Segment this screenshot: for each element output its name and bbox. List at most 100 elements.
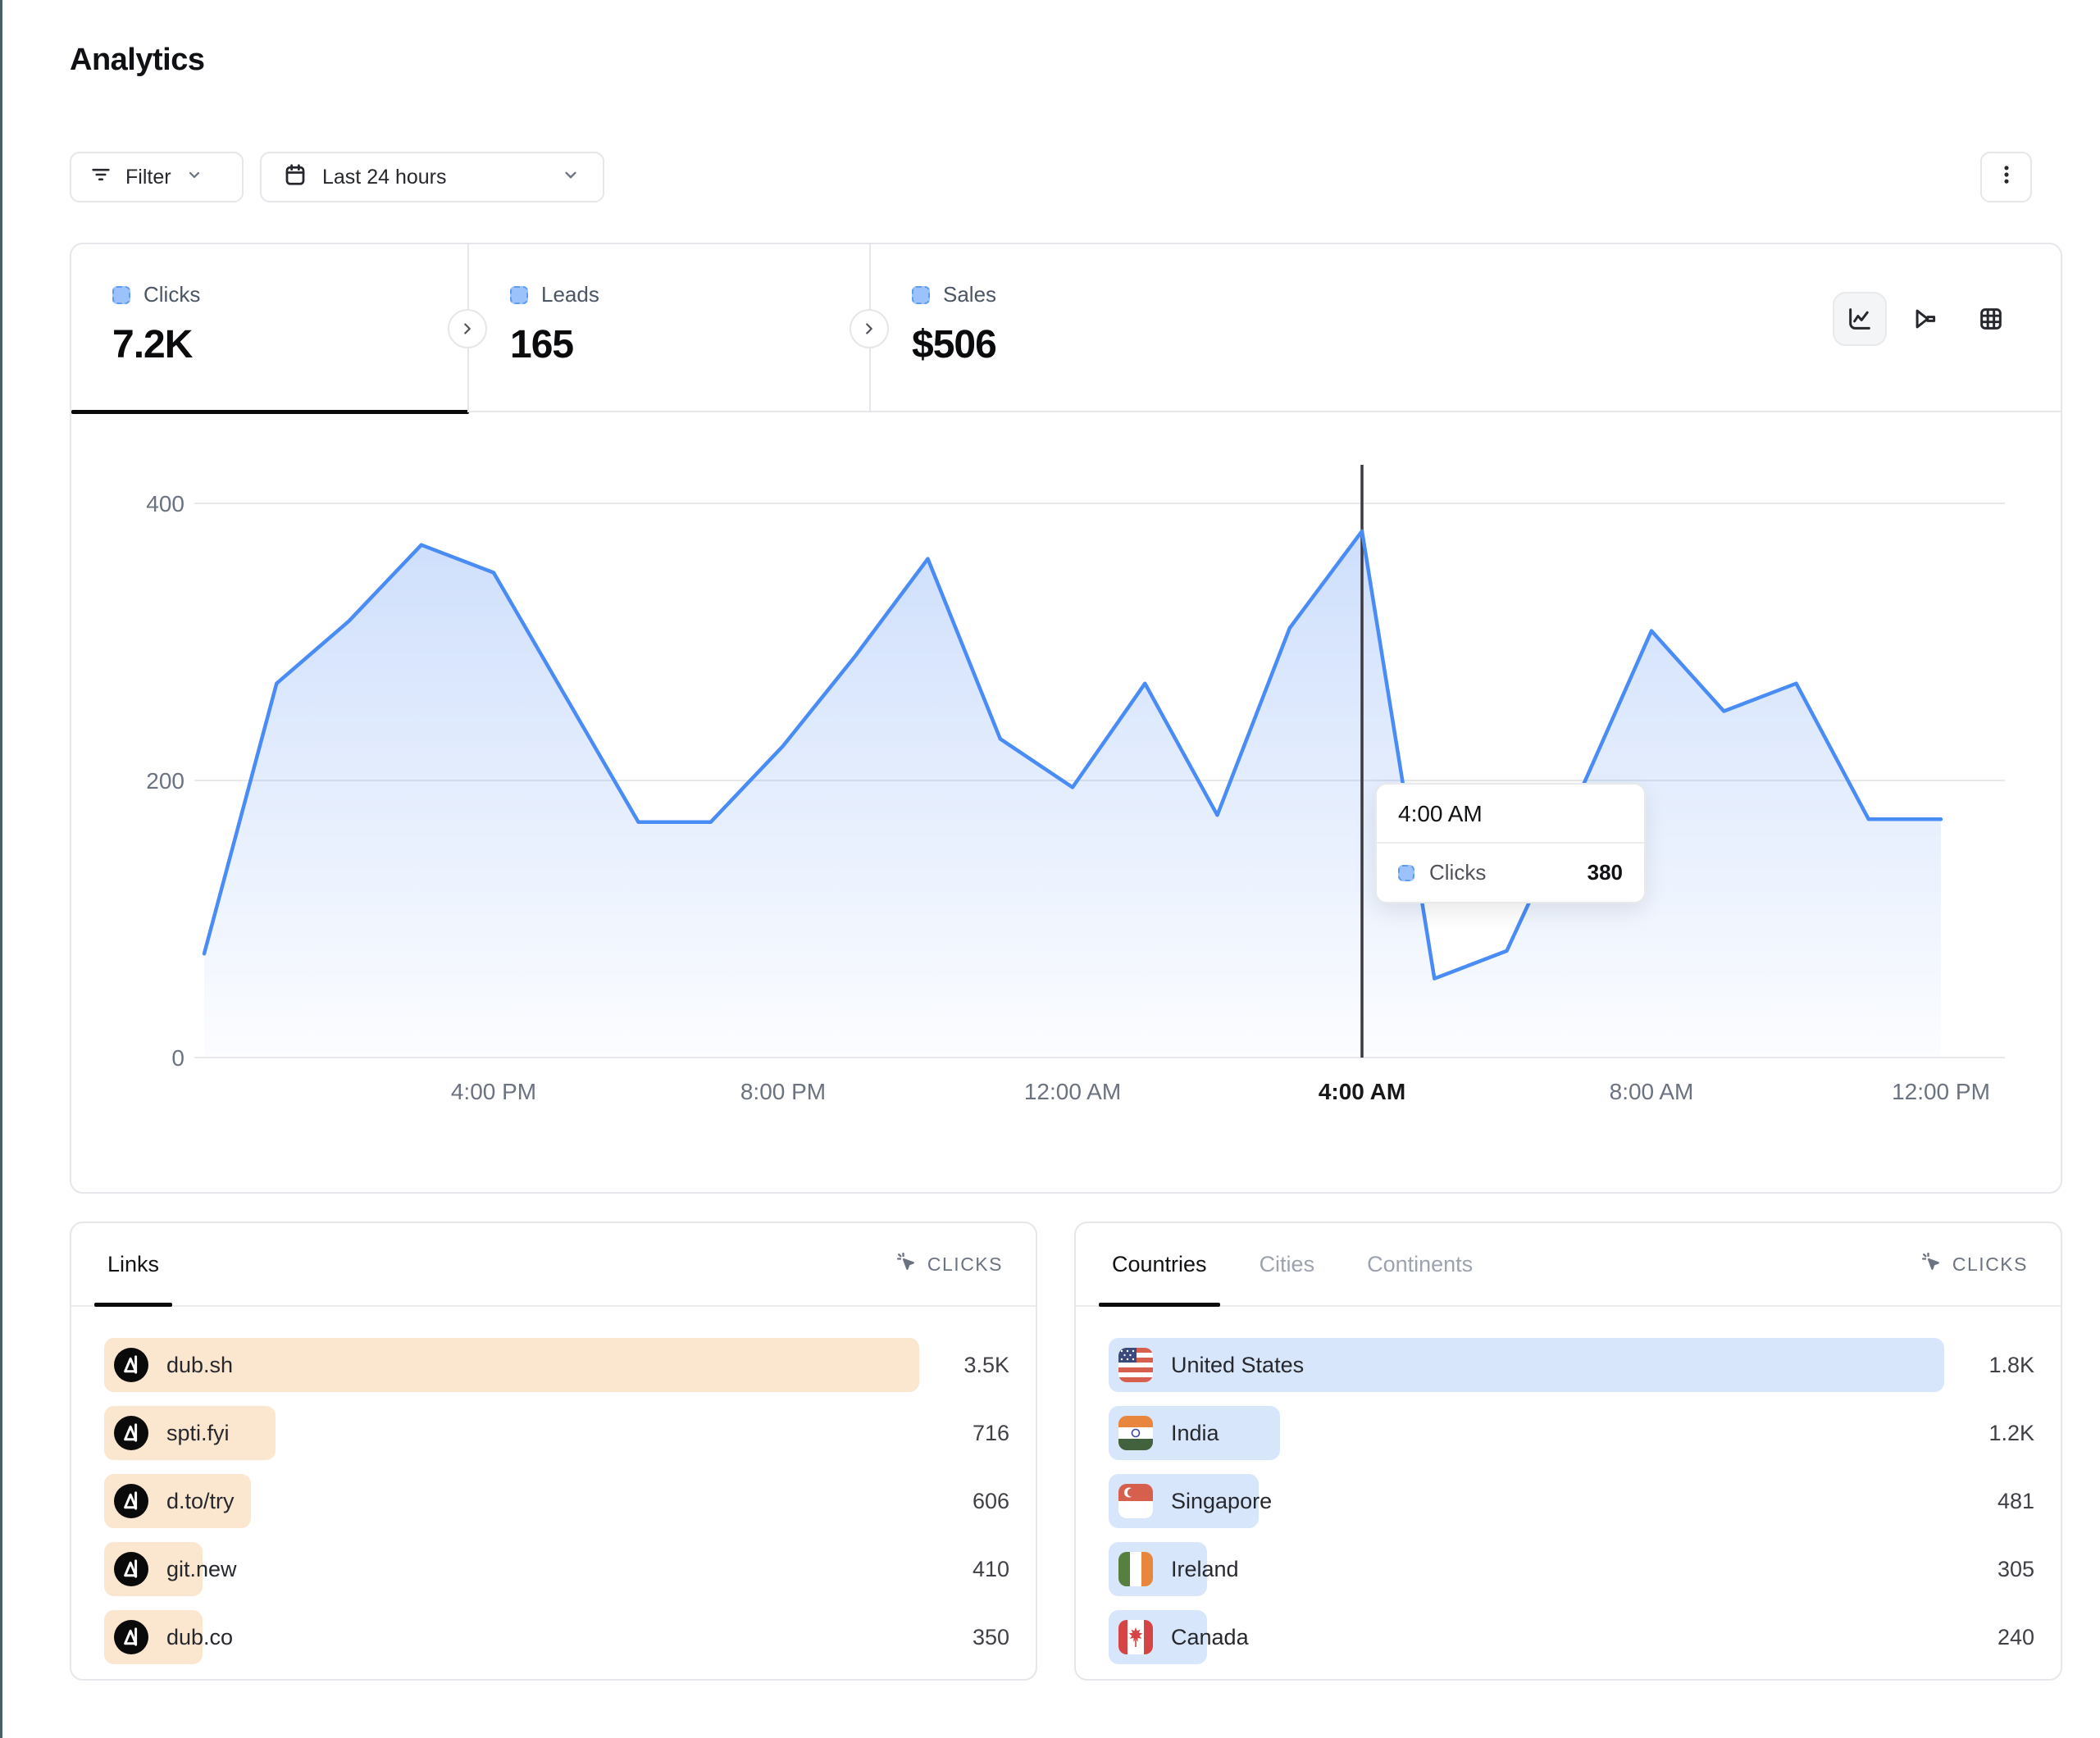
date-range-button[interactable]: Last 24 hours — [260, 152, 604, 202]
countries-panel: Countries Cities Continents CLICKS United … — [1074, 1222, 2062, 1681]
page-title: Analytics — [70, 43, 204, 78]
link-row[interactable]: dub.sh 3.5K — [104, 1338, 1009, 1392]
x-axis-tick: 4:00 PM — [451, 1079, 536, 1104]
flag-us-icon — [1118, 1348, 1153, 1382]
stat-label: Leads — [541, 282, 599, 307]
metric-label: CLICKS — [927, 1253, 1003, 1276]
item-name: d.to/try — [166, 1489, 235, 1514]
chart-tooltip: 4:00 AM Clicks 380 — [1375, 783, 1646, 903]
x-axis-tick: 8:00 AM — [1610, 1079, 1694, 1104]
item-clicks-value: 1.2K — [1944, 1421, 2034, 1446]
tooltip-series-label: Clicks — [1429, 860, 1486, 885]
tab-countries[interactable]: Countries — [1109, 1223, 1210, 1305]
stats-tabs-row: Clicks 7.2K Leads 165 Sales $506 — [71, 244, 2061, 412]
item-name: dub.co — [166, 1625, 233, 1650]
sales-legend-swatch-icon — [912, 286, 930, 304]
item-name: India — [1171, 1421, 1219, 1446]
calendar-icon — [283, 162, 307, 193]
y-axis-tick: 400 — [146, 491, 184, 516]
stat-label: Sales — [943, 282, 996, 307]
leads-legend-swatch-icon — [510, 286, 528, 304]
filter-lines-icon — [89, 163, 112, 192]
tab-links[interactable]: Links — [104, 1223, 162, 1305]
more-options-button[interactable] — [1980, 152, 2032, 202]
x-axis-tick: 12:00 AM — [1024, 1079, 1121, 1104]
item-clicks-value: 3.5K — [919, 1353, 1009, 1378]
table-grid-icon[interactable] — [1964, 292, 2018, 346]
kebab-menu-icon — [1995, 163, 2018, 192]
item-name: Singapore — [1171, 1489, 1272, 1514]
link-row[interactable]: git.new 410 — [104, 1542, 1009, 1596]
country-row[interactable]: India 1.2K — [1109, 1406, 2034, 1460]
clicks-area-fill — [204, 531, 1941, 1058]
stat-label: Clicks — [143, 282, 200, 307]
y-axis-tick: 200 — [146, 768, 184, 794]
item-name: United States — [1171, 1353, 1304, 1378]
expand-clicks-button[interactable] — [448, 309, 487, 348]
tab-sales[interactable]: Sales $506 — [871, 244, 1445, 412]
dub-logo-icon — [114, 1620, 148, 1654]
item-clicks-value: 606 — [919, 1489, 1009, 1514]
x-axis-tick: 4:00 AM — [1319, 1079, 1405, 1104]
tab-clicks[interactable]: Clicks 7.2K — [71, 244, 467, 412]
dub-logo-icon — [114, 1484, 148, 1518]
item-name: Canada — [1171, 1625, 1249, 1650]
x-axis-tick: 12:00 PM — [1892, 1079, 1990, 1104]
chevron-down-icon — [560, 164, 581, 191]
country-row[interactable]: Ireland 305 — [1109, 1542, 2034, 1596]
item-clicks-value: 1.8K — [1944, 1353, 2034, 1378]
line-chart-icon[interactable] — [1833, 292, 1887, 346]
item-clicks-value: 350 — [919, 1625, 1009, 1650]
y-axis-tick: 0 — [171, 1045, 184, 1071]
analytics-card: Clicks 7.2K Leads 165 Sales $506 — [70, 243, 2062, 1194]
item-clicks-value: 305 — [1944, 1557, 2034, 1582]
filter-button-label: Filter — [125, 166, 171, 189]
link-row[interactable]: dub.co 350 — [104, 1610, 1009, 1664]
clicks-legend-swatch-icon — [112, 286, 130, 304]
item-clicks-value: 240 — [1944, 1625, 2034, 1650]
filter-button[interactable]: Filter — [70, 152, 244, 202]
chevron-down-icon — [184, 165, 204, 190]
analytics-page: Analytics Filter Last 24 hours — [0, 0, 2100, 1738]
country-row[interactable]: United States 1.8K — [1109, 1338, 2034, 1392]
tooltip-legend-swatch-icon — [1398, 865, 1414, 881]
item-clicks-value: 481 — [1944, 1489, 2034, 1514]
dub-logo-icon — [114, 1348, 148, 1382]
links-metric-header[interactable]: CLICKS — [895, 1250, 1003, 1278]
stat-value: 165 — [510, 322, 869, 367]
stat-value: 7.2K — [112, 322, 467, 367]
item-clicks-value: 716 — [919, 1421, 1009, 1446]
expand-leads-button[interactable] — [850, 309, 889, 348]
cursor-click-icon — [895, 1250, 918, 1278]
clicks-time-series-chart[interactable]: 0 200 400 4:00 PM 8:00 PM 12:00 AM 4:00 AM 8:00… — [71, 412, 2061, 1192]
stat-value: $506 — [912, 322, 1445, 367]
item-name: Ireland — [1171, 1557, 1239, 1582]
country-row[interactable]: Singapore 481 — [1109, 1474, 2034, 1528]
item-clicks-value: 410 — [919, 1557, 1009, 1582]
tooltip-value: 380 — [1588, 860, 1623, 885]
country-row[interactable]: Canada 240 — [1109, 1610, 2034, 1664]
dub-logo-icon — [114, 1416, 148, 1450]
tab-continents[interactable]: Continents — [1364, 1223, 1476, 1305]
metric-label: CLICKS — [1952, 1253, 2028, 1276]
item-name: git.new — [166, 1557, 237, 1582]
window-edge-accent — [0, 0, 2, 1738]
cursor-click-icon — [1920, 1250, 1943, 1278]
tooltip-time: 4:00 AM — [1377, 785, 1644, 844]
flag-ca-icon — [1118, 1620, 1153, 1654]
funnel-chart-icon[interactable] — [1898, 292, 1952, 346]
date-range-label: Last 24 hours — [322, 166, 447, 189]
flag-ie-icon — [1118, 1552, 1153, 1586]
item-name: dub.sh — [166, 1353, 233, 1378]
flag-in-icon — [1118, 1416, 1153, 1450]
chart-type-toggle-group — [1833, 292, 2018, 346]
tab-cities[interactable]: Cities — [1256, 1223, 1319, 1305]
x-axis-tick: 8:00 PM — [740, 1079, 826, 1104]
chart-canvas: 0 200 400 4:00 PM 8:00 PM 12:00 AM 4:00 AM 8:00… — [71, 412, 2061, 1192]
tab-leads[interactable]: Leads 165 — [469, 244, 869, 412]
countries-metric-header[interactable]: CLICKS — [1920, 1250, 2028, 1278]
links-panel: Links CLICKS dub.sh 3.5K spti.fyi 716 d.… — [70, 1222, 1037, 1681]
link-row[interactable]: d.to/try 606 — [104, 1474, 1009, 1528]
link-row[interactable]: spti.fyi 716 — [104, 1406, 1009, 1460]
flag-sg-icon — [1118, 1484, 1153, 1518]
